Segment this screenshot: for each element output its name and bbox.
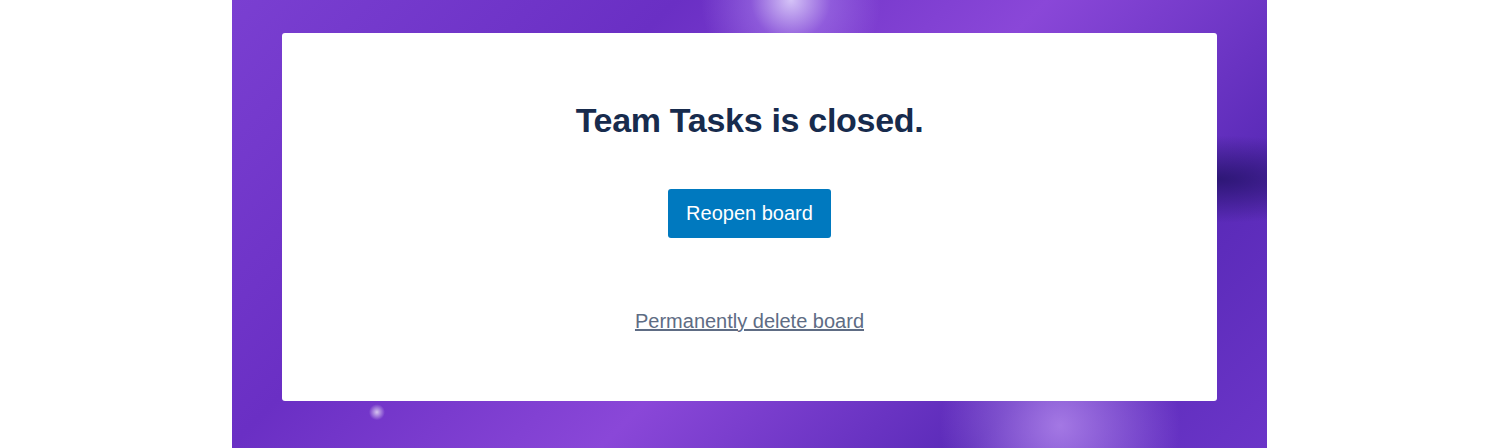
reopen-board-button[interactable]: Reopen board	[668, 189, 831, 238]
board-background: Team Tasks is closed. Reopen board Permane…	[232, 0, 1267, 448]
closed-message: Team Tasks is closed.	[576, 100, 924, 140]
delete-board-link[interactable]: Permanently delete board	[635, 309, 864, 333]
closed-board-card: Team Tasks is closed. Reopen board Permane…	[282, 33, 1217, 401]
